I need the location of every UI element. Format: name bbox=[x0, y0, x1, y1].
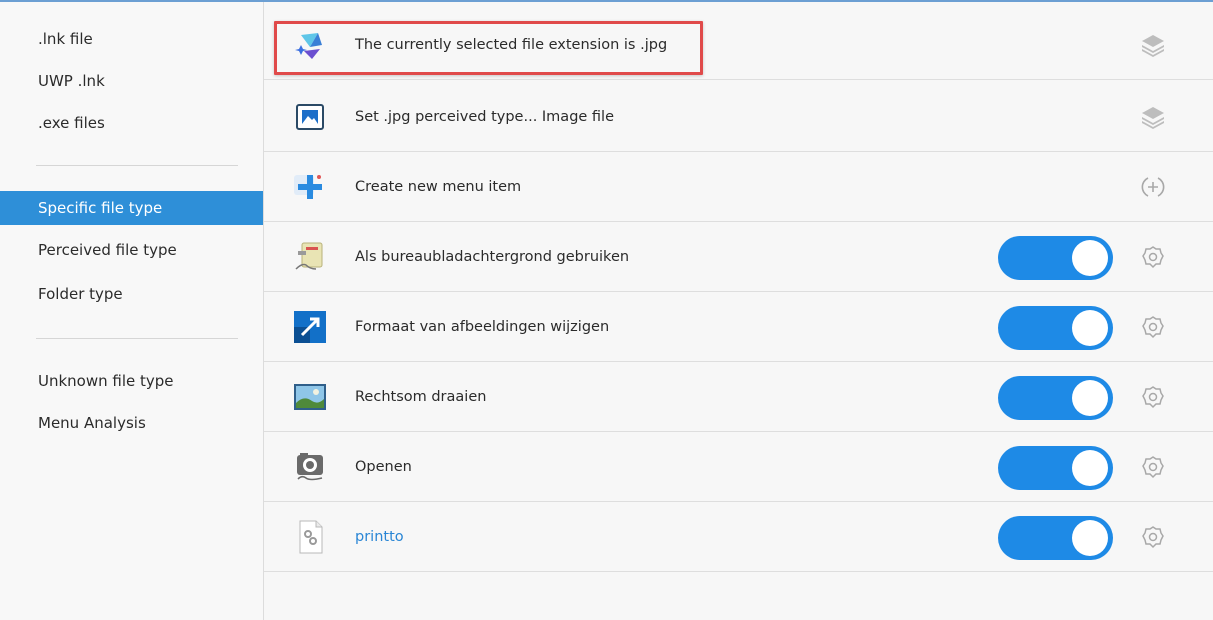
sidebar-item-unknown-file-type[interactable]: Unknown file type bbox=[0, 364, 263, 398]
wallpaper-plug-icon bbox=[292, 239, 328, 275]
enable-toggle[interactable] bbox=[998, 516, 1113, 560]
create-menu-item-label: Create new menu item bbox=[355, 179, 522, 195]
gear-icon[interactable] bbox=[1140, 454, 1166, 480]
layers-icon[interactable] bbox=[1140, 104, 1166, 130]
sidebar-item-perceived-file-type[interactable]: Perceived file type bbox=[0, 233, 263, 267]
toggle-knob bbox=[1072, 520, 1108, 556]
enable-toggle[interactable] bbox=[998, 236, 1113, 280]
menu-item-label: Formaat van afbeeldingen wijzigen bbox=[355, 319, 610, 335]
sidebar-item-specific-file-type[interactable]: Specific file type bbox=[0, 191, 263, 225]
menu-item-row[interactable]: Formaat van afbeeldingen wijzigen bbox=[264, 292, 1213, 362]
gear-icon[interactable] bbox=[1140, 524, 1166, 550]
perceived-type-row[interactable]: Set .jpg perceived type... Image file bbox=[264, 82, 1213, 152]
landscape-photo-icon bbox=[292, 379, 328, 415]
add-circle-icon[interactable] bbox=[1140, 174, 1166, 200]
create-menu-item-row[interactable]: Create new menu item bbox=[264, 152, 1213, 222]
file-extension-label: The currently selected file extension is… bbox=[355, 37, 668, 53]
menu-item-label[interactable]: printto bbox=[355, 502, 404, 572]
sidebar-item-lnk-file[interactable]: .lnk file bbox=[0, 22, 263, 56]
sidebar-item-menu-analysis[interactable]: Menu Analysis bbox=[0, 406, 263, 440]
resize-arrow-icon bbox=[292, 309, 328, 345]
plus-icon bbox=[292, 169, 328, 205]
perceived-type-label: Set .jpg perceived type... Image file bbox=[355, 109, 615, 125]
sidebar: .lnk file UWP .lnk .exe files Specific f… bbox=[0, 2, 264, 620]
toggle-knob bbox=[1072, 310, 1108, 346]
enable-toggle[interactable] bbox=[998, 446, 1113, 490]
app-logo-icon bbox=[292, 27, 328, 63]
gear-icon[interactable] bbox=[1140, 314, 1166, 340]
menu-item-row[interactable]: Rechtsom draaien bbox=[264, 362, 1213, 432]
image-icon bbox=[292, 99, 328, 135]
menu-item-row[interactable]: Als bureaubladachtergrond gebruiken bbox=[264, 222, 1213, 292]
menu-item-label: Openen bbox=[355, 459, 412, 475]
sidebar-item-exe-files[interactable]: .exe files bbox=[0, 106, 263, 140]
layers-icon[interactable] bbox=[1140, 32, 1166, 58]
toggle-knob bbox=[1072, 380, 1108, 416]
camera-icon bbox=[292, 449, 328, 485]
menu-item-list: The currently selected file extension is… bbox=[264, 2, 1213, 620]
menu-item-row[interactable]: Openen bbox=[264, 432, 1213, 502]
menu-item-row[interactable]: printto bbox=[264, 502, 1213, 572]
sidebar-divider bbox=[36, 338, 238, 339]
gear-icon[interactable] bbox=[1140, 384, 1166, 410]
menu-item-label: Als bureaubladachtergrond gebruiken bbox=[355, 249, 630, 265]
sidebar-item-uwp-lnk[interactable]: UWP .lnk bbox=[0, 64, 263, 98]
toggle-knob bbox=[1072, 240, 1108, 276]
menu-item-label: Rechtsom draaien bbox=[355, 389, 487, 405]
toggle-knob bbox=[1072, 450, 1108, 486]
sidebar-item-folder-type[interactable]: Folder type bbox=[0, 277, 263, 311]
settings-file-icon bbox=[292, 519, 328, 555]
gear-icon[interactable] bbox=[1140, 244, 1166, 270]
enable-toggle[interactable] bbox=[998, 376, 1113, 420]
enable-toggle[interactable] bbox=[998, 306, 1113, 350]
file-extension-info-row: The currently selected file extension is… bbox=[264, 10, 1213, 80]
sidebar-divider bbox=[36, 165, 238, 166]
